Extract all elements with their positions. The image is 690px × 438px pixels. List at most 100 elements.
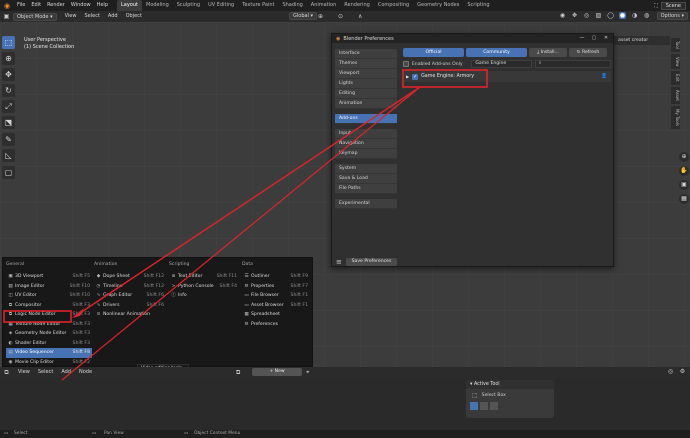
sidebar-tab-my-tools[interactable]: My Tools <box>671 105 680 129</box>
pan-icon[interactable]: ✋ <box>679 166 689 176</box>
editor-item-drivers[interactable]: ∿ Drivers Shift F6 <box>94 301 166 311</box>
mode-dropdown[interactable]: Object Mode ▾ <box>13 12 57 21</box>
scene-field[interactable]: Scene <box>660 1 686 10</box>
pref-nav-add-ons[interactable]: Add-ons <box>335 114 397 124</box>
pref-nav-file-paths[interactable]: File Paths <box>335 184 397 194</box>
pin-icon[interactable]: ⌖ <box>306 369 309 377</box>
snap-icon[interactable]: ⊙ <box>338 13 343 20</box>
editor-item-timeline[interactable]: ◷ Timeline Shift F12 <box>94 282 166 292</box>
official-tab[interactable]: Official <box>403 48 464 57</box>
minimize-icon[interactable]: — <box>576 34 588 43</box>
asset-creator-panel[interactable]: asset creator <box>614 36 670 45</box>
gizmo-icon[interactable]: ✥ <box>571 12 578 19</box>
editor-type-icon[interactable]: ▣ <box>3 13 10 20</box>
category-dropdown[interactable]: Game Engine <box>471 60 532 68</box>
pref-nav-themes[interactable]: Themes <box>335 59 397 69</box>
sidebar-tab-view[interactable]: View <box>671 53 680 70</box>
tab-shading[interactable]: Shading <box>278 0 306 11</box>
scene-icon[interactable]: ⛶ <box>654 3 658 9</box>
tab-modeling[interactable]: Modeling <box>142 0 173 11</box>
menu-object[interactable]: Object <box>122 11 146 22</box>
editor-item-uv-editor[interactable]: ◫ UV Editor Shift F10 <box>6 291 92 301</box>
editor-item-logic-node-editor[interactable]: ⧉ Logic Node Editor Shift F3 <box>6 310 92 320</box>
xray-icon[interactable]: ▨ <box>595 12 602 19</box>
measure-tool-icon[interactable]: ◺ <box>2 149 15 162</box>
editor-item-video-sequencer[interactable]: ▤ Video Sequencer Shift F8 <box>6 348 92 358</box>
annotate-tool-icon[interactable]: ✎ <box>2 133 15 146</box>
editor-item-dope-sheet[interactable]: ◆ Dope Sheet Shift F12 <box>94 272 166 282</box>
editor-item-compositor[interactable]: ⧉ Compositor Shift F3 <box>6 301 92 311</box>
editor-item-python-console[interactable]: > Python Console Shift F4 <box>169 282 239 292</box>
editor-item-graph-editor[interactable]: ∿ Graph Editor Shift F6 <box>94 291 166 301</box>
community-tab[interactable]: Community <box>466 48 527 57</box>
close-icon[interactable]: ✕ <box>600 34 612 43</box>
tab-scripting[interactable]: Scripting <box>463 0 493 11</box>
tab-geometry-nodes[interactable]: Geometry Nodes <box>413 0 463 11</box>
mode-subtract-icon[interactable] <box>490 402 498 410</box>
menu-view[interactable]: View <box>61 11 81 22</box>
editor-item-texture-node-editor[interactable]: ▦ Texture Node Editor Shift F3 <box>6 320 92 330</box>
menu-select[interactable]: Select <box>80 11 103 22</box>
active-tool-header[interactable]: ▾ Active Tool <box>466 380 554 389</box>
pref-nav-lights[interactable]: Lights <box>335 79 397 89</box>
new-tree-button[interactable]: + New <box>252 368 302 376</box>
menu-render[interactable]: Render <box>44 0 68 11</box>
tab-rendering[interactable]: Rendering <box>340 0 374 11</box>
settings-icon[interactable]: ⚙ <box>679 368 686 375</box>
pref-nav-interface[interactable]: Interface <box>335 49 397 59</box>
visibility-icon[interactable]: ◉ <box>559 12 566 19</box>
menu-window[interactable]: Window <box>68 0 94 11</box>
editor-item-movie-clip-editor[interactable]: ◉ Movie Clip Editor Shift F2 <box>6 358 92 368</box>
pref-nav-keymap[interactable]: Keymap <box>335 149 397 159</box>
pref-nav-animation[interactable]: Animation <box>335 99 397 109</box>
editor-item-asset-browser[interactable]: ▭ Asset Browser Shift F1 <box>242 301 310 311</box>
sidebar-tab-asset[interactable]: Asset <box>671 87 680 104</box>
material-shading-icon[interactable]: ◑ <box>631 12 638 19</box>
rotate-tool-icon[interactable]: ↻ <box>2 84 15 97</box>
mode-set-icon[interactable] <box>470 402 478 410</box>
editor-item-info[interactable]: ⓘ Info <box>169 291 239 301</box>
camera-view-icon[interactable]: ▣ <box>679 180 689 190</box>
node-menu-select[interactable]: Select <box>34 367 57 378</box>
editor-item-preferences[interactable]: ⚙ Preferences <box>242 320 310 330</box>
pref-nav-viewport[interactable]: Viewport <box>335 69 397 79</box>
search-input[interactable]: ⌕ <box>534 60 611 68</box>
transform-tool-icon[interactable]: ⬔ <box>2 116 15 129</box>
editor-item-outliner[interactable]: ☰ Outliner Shift F9 <box>242 272 310 282</box>
hamburger-menu-icon[interactable]: ≡ <box>336 258 342 266</box>
overlay-icon[interactable]: ◎ <box>583 12 590 19</box>
addon-row[interactable]: ▶ ✓ Game Engine: Armory 👤 <box>403 71 611 82</box>
editor-item-text-editor[interactable]: ≣ Text Editor Shift F11 <box>169 272 239 282</box>
node-menu-view[interactable]: View <box>14 367 34 378</box>
addon-enable-checkbox[interactable]: ✓ <box>412 73 419 80</box>
cursor-tool-icon[interactable]: ⊕ <box>2 52 15 65</box>
solid-shading-icon[interactable]: ● <box>619 12 626 19</box>
pref-nav-experimental[interactable]: Experimental <box>335 199 397 209</box>
editor-item-geometry-node-editor[interactable]: ◈ Geometry Node Editor Shift F3 <box>6 329 92 339</box>
scale-tool-icon[interactable]: ⤢ <box>2 100 15 113</box>
save-preferences-button[interactable]: Save Preferences <box>346 258 397 266</box>
select-tool-icon[interactable]: ⬚ <box>2 36 15 49</box>
move-tool-icon[interactable]: ✥ <box>2 68 15 81</box>
editor-type-icon[interactable]: ⧉ <box>3 369 10 376</box>
sidebar-tab-tool[interactable]: Tool <box>671 38 680 52</box>
editor-item-spreadsheet[interactable]: ▦ Spreadsheet <box>242 310 310 320</box>
install-button[interactable]: ⤓ Install... <box>529 48 567 57</box>
editor-item-3d-viewport[interactable]: ▣ 3D Viewport Shift F5 <box>6 272 92 282</box>
node-menu-node[interactable]: Node <box>75 367 96 378</box>
menu-file[interactable]: File <box>14 0 28 11</box>
rendered-shading-icon[interactable]: ◍ <box>643 12 650 19</box>
pref-nav-navigation[interactable]: Navigation <box>335 139 397 149</box>
editor-item-file-browser[interactable]: ▭ File Browser Shift F1 <box>242 291 310 301</box>
tab-uv-editing[interactable]: UV Editing <box>204 0 238 11</box>
zoom-icon[interactable]: ⊕ <box>679 152 689 162</box>
editor-item-shader-editor[interactable]: ◐ Shader Editor Shift F3 <box>6 339 92 349</box>
proportional-icon[interactable]: ∧ <box>358 13 362 20</box>
node-editor-canvas[interactable] <box>0 378 690 430</box>
refresh-button[interactable]: ↻ Refresh <box>569 48 607 57</box>
expand-arrow-icon[interactable]: ▶ <box>406 74 409 79</box>
overlay-icon[interactable]: ◎ <box>667 368 674 375</box>
pref-nav-save-load[interactable]: Save & Load <box>335 174 397 184</box>
node-tree-icon[interactable]: ⧉ <box>236 369 240 377</box>
tab-sculpting[interactable]: Sculpting <box>173 0 204 11</box>
